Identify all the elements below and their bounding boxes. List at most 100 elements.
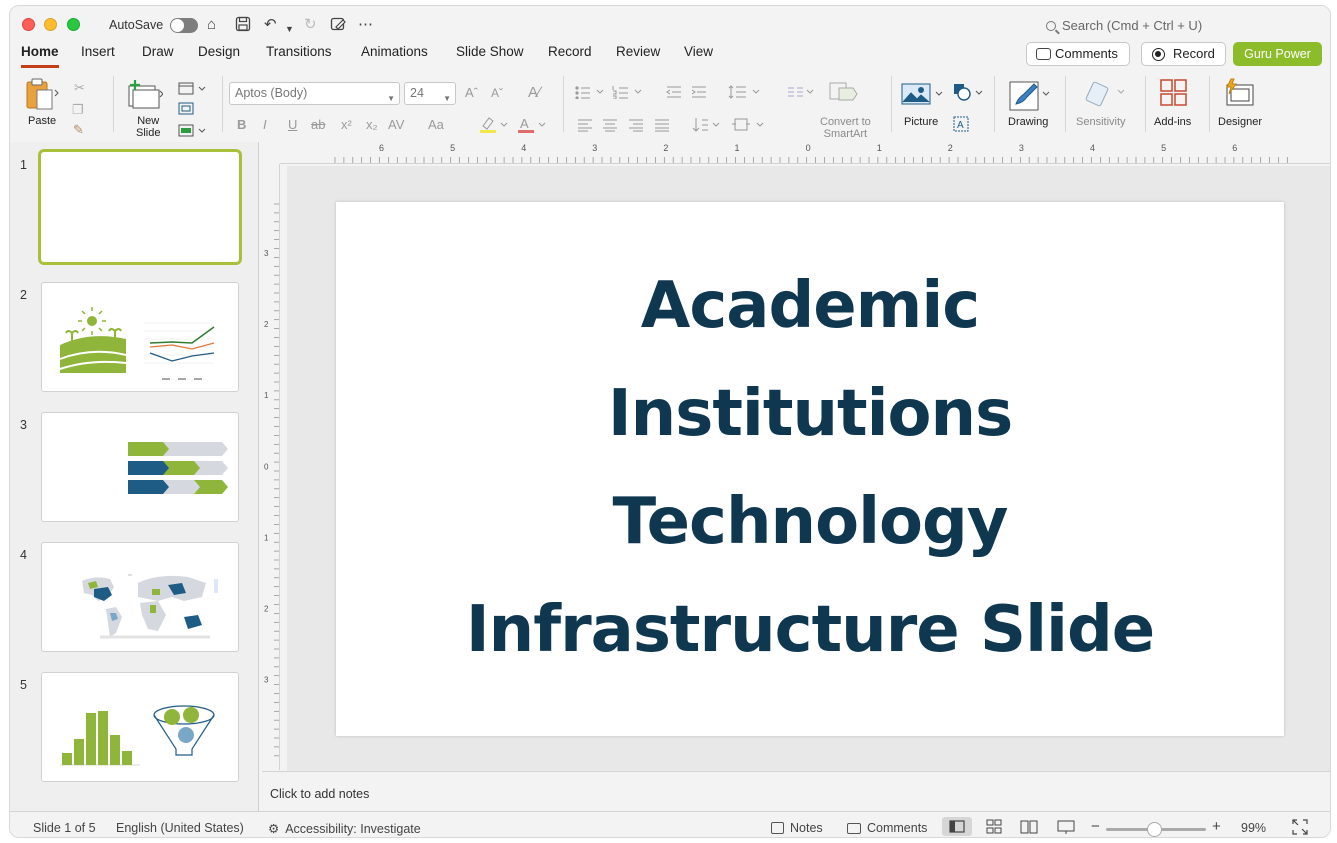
designer-icon[interactable] — [1223, 77, 1255, 114]
autosave-toggle[interactable] — [170, 18, 198, 33]
customize-icon[interactable] — [330, 16, 346, 37]
undo-dropdown-icon[interactable]: ▼ — [285, 20, 294, 38]
more-icon[interactable]: ⋯ — [358, 16, 373, 34]
bold-icon[interactable]: B — [237, 117, 246, 132]
fit-to-window-icon[interactable] — [1292, 819, 1308, 837]
notes-pane[interactable]: Click to add notes — [262, 771, 1330, 811]
tab-view[interactable]: View — [684, 44, 713, 68]
convert-smartart-icon[interactable] — [827, 80, 859, 111]
svg-text:A: A — [520, 116, 529, 131]
ruler-label: 4 — [521, 143, 526, 153]
columns-icon[interactable] — [787, 85, 817, 104]
bullets-icon[interactable] — [574, 85, 608, 104]
zoom-slider-handle[interactable] — [1147, 822, 1162, 837]
ribbon-separator — [994, 76, 995, 132]
character-spacing-icon[interactable]: AV — [388, 117, 404, 132]
redo-icon[interactable]: ↻ — [304, 16, 317, 34]
normal-view-button[interactable] — [942, 817, 972, 836]
strikethrough-icon[interactable]: ab — [311, 117, 325, 132]
ruler-label: 1 — [735, 143, 740, 153]
slide-thumbnail-1[interactable] — [38, 149, 242, 265]
tab-record[interactable]: Record — [548, 44, 592, 68]
slide-title-line: Academic — [640, 269, 980, 343]
highlight-icon[interactable] — [479, 116, 509, 139]
align-text-icon[interactable] — [731, 117, 769, 138]
search-placeholder: Search (Cmd + Ctrl + U) — [1062, 18, 1203, 33]
decrease-indent-icon[interactable] — [666, 85, 682, 104]
line-spacing-icon[interactable] — [728, 85, 764, 104]
accessibility-status[interactable]: ⚙ Accessibility: Investigate — [268, 821, 421, 836]
font-size-dropdown[interactable]: 24 ▼ — [404, 82, 456, 105]
ribbon-separator — [1209, 76, 1210, 132]
tab-slide-show[interactable]: Slide Show — [456, 44, 524, 68]
language-status[interactable]: English (United States) — [116, 821, 244, 835]
section-icon[interactable] — [178, 124, 206, 142]
underline-icon[interactable]: U — [288, 117, 297, 132]
picture-icon[interactable] — [901, 82, 947, 113]
undo-icon[interactable]: ↶ — [264, 16, 277, 34]
change-case-icon[interactable]: Aa — [428, 117, 444, 132]
tab-review[interactable]: Review — [616, 44, 660, 68]
align-left-icon[interactable] — [577, 118, 593, 137]
textbox-icon[interactable]: A — [953, 116, 969, 137]
shapes-icon[interactable] — [952, 82, 986, 109]
justify-icon[interactable] — [654, 118, 670, 137]
layout-icon[interactable] — [178, 82, 206, 100]
decrease-font-icon[interactable]: Aˇ — [491, 86, 503, 100]
increase-indent-icon[interactable] — [691, 85, 707, 104]
slide-thumbnail-2[interactable] — [41, 282, 239, 392]
convert-smartart-line1: Convert to — [820, 116, 871, 128]
tab-animations[interactable]: Animations — [361, 44, 428, 68]
italic-icon[interactable]: I — [263, 117, 267, 132]
reading-view-button[interactable] — [1014, 817, 1044, 836]
slide-sorter-button[interactable] — [979, 817, 1009, 836]
reset-icon[interactable] — [178, 102, 194, 120]
close-window-button[interactable] — [22, 18, 35, 31]
slide-thumbnails-panel[interactable]: 1 2 3 4 5 — [10, 142, 259, 811]
copy-icon[interactable]: ❐ — [72, 102, 84, 118]
minimize-window-button[interactable] — [44, 18, 57, 31]
tab-design[interactable]: Design — [198, 44, 240, 68]
notes-toggle-button[interactable]: Notes — [771, 821, 823, 835]
maximize-window-button[interactable] — [67, 18, 80, 31]
new-slide-icon[interactable] — [127, 78, 164, 115]
font-name-dropdown[interactable]: Aptos (Body) ▼ — [229, 82, 400, 105]
increase-font-icon[interactable]: Aˆ — [465, 85, 478, 100]
format-painter-icon[interactable]: ✎ — [73, 122, 84, 138]
paste-icon[interactable] — [24, 78, 60, 117]
save-icon[interactable] — [235, 16, 251, 37]
record-button[interactable]: Record — [1141, 42, 1226, 66]
sensitivity-icon[interactable] — [1085, 78, 1125, 115]
cut-icon[interactable]: ✂ — [74, 80, 85, 96]
tab-home[interactable]: Home — [21, 44, 59, 68]
slide-thumbnail-3[interactable] — [41, 412, 239, 522]
font-color-icon[interactable]: A — [517, 116, 547, 139]
home-icon[interactable]: ⌂ — [207, 16, 216, 34]
align-center-icon[interactable] — [602, 118, 618, 137]
search-box[interactable]: Search (Cmd + Ctrl + U) — [1046, 18, 1202, 33]
text-direction-icon[interactable] — [692, 117, 726, 138]
align-right-icon[interactable] — [628, 118, 644, 137]
record-icon — [1152, 48, 1165, 61]
slide-thumbnail-4[interactable] — [41, 542, 239, 652]
guru-power-button[interactable]: Guru Power — [1233, 42, 1322, 66]
comments-toggle-button[interactable]: Comments — [847, 821, 927, 835]
slide-title[interactable]: Academic Institutions Technology Infrast… — [376, 252, 1244, 684]
current-slide[interactable]: Academic Institutions Technology Infrast… — [336, 202, 1284, 736]
subscript-icon[interactable]: x₂ — [366, 117, 378, 132]
zoom-percentage[interactable]: 99% — [1241, 821, 1266, 835]
drawing-icon[interactable] — [1008, 80, 1052, 117]
clear-formatting-icon[interactable]: A∕ — [528, 84, 541, 101]
addins-icon[interactable] — [1159, 78, 1189, 113]
superscript-icon[interactable]: x² — [341, 117, 352, 132]
numbering-icon[interactable] — [612, 85, 646, 104]
tab-draw[interactable]: Draw — [142, 44, 174, 68]
tab-insert[interactable]: Insert — [81, 44, 115, 68]
thumbnail-number: 1 — [20, 158, 27, 172]
zoom-out-icon[interactable]: − — [1091, 818, 1100, 835]
tab-transitions[interactable]: Transitions — [266, 44, 332, 68]
slide-thumbnail-5[interactable] — [41, 672, 239, 782]
comments-button[interactable]: Comments — [1026, 42, 1130, 66]
zoom-in-icon[interactable]: + — [1212, 818, 1221, 835]
slideshow-view-button[interactable] — [1051, 817, 1081, 836]
